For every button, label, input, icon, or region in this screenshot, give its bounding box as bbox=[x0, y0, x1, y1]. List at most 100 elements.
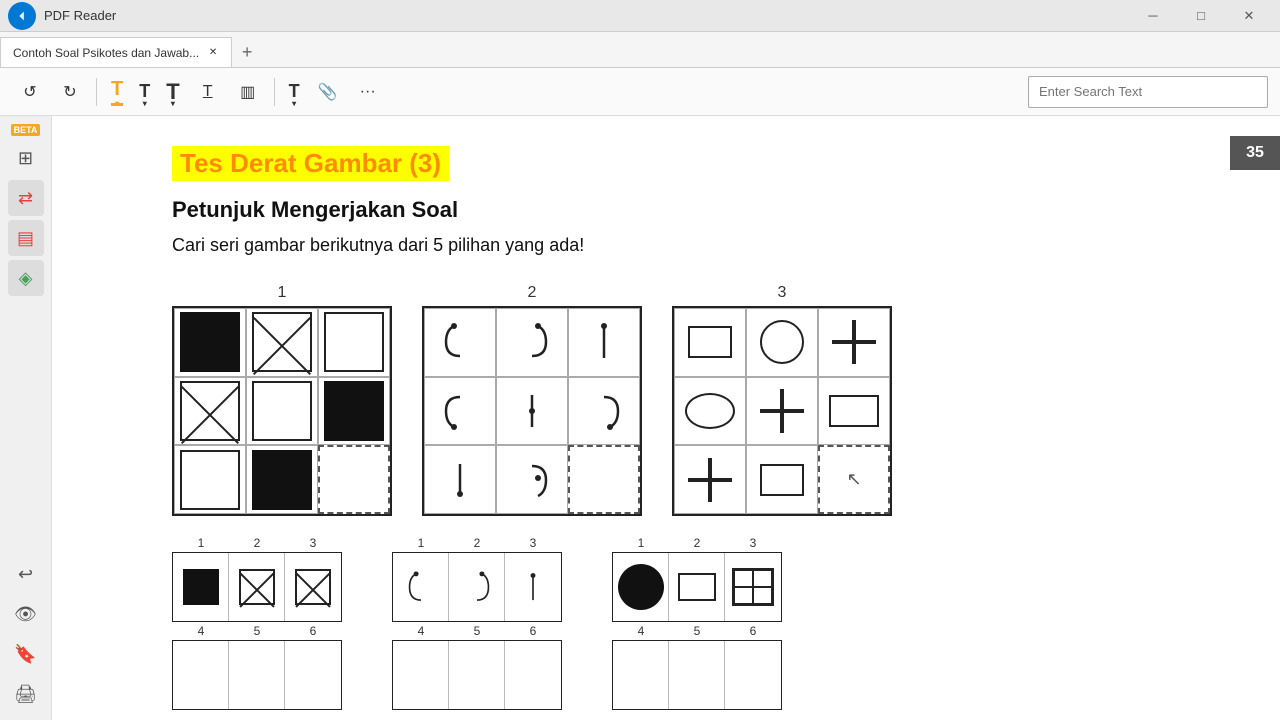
sidebar-layers-icon[interactable]: ◈ bbox=[8, 260, 44, 296]
redo-button[interactable]: ↻ bbox=[52, 74, 88, 110]
underline-button[interactable]: T bbox=[190, 74, 226, 110]
ba-item-1-3 bbox=[285, 553, 341, 621]
close-button[interactable]: ✕ bbox=[1226, 2, 1272, 30]
sidebar-print-icon[interactable]: 🖨 bbox=[8, 676, 44, 712]
highlight-text-button[interactable]: T ▾ bbox=[105, 74, 129, 110]
x-shape bbox=[252, 312, 312, 372]
curve-bottomright bbox=[582, 389, 626, 433]
grid-cell-3-2 bbox=[246, 445, 318, 514]
ans3-num-4: 4 bbox=[613, 624, 669, 638]
sidebar-arrows-icon[interactable]: ⇄ bbox=[8, 180, 44, 216]
grid-cell-1-2 bbox=[246, 308, 318, 377]
text-button-1[interactable]: T ▾ bbox=[133, 74, 156, 110]
grid-3: 3 bbox=[672, 284, 892, 516]
sidebar-stack-icon[interactable]: ▤ bbox=[8, 220, 44, 256]
grid-cell-3-3-dashed bbox=[318, 445, 390, 514]
grid-cell-2-1 bbox=[174, 377, 246, 446]
grid-2-box bbox=[422, 306, 642, 516]
pdf-title: Tes Derat Gambar (3) bbox=[172, 146, 449, 181]
grid-3-cell-1-1 bbox=[674, 308, 746, 377]
ans-curve-2 bbox=[459, 569, 495, 605]
grid-2-cell-3-2 bbox=[496, 445, 568, 514]
ans3-num-2: 2 bbox=[669, 536, 725, 550]
dropdown-arrow: ▾ bbox=[115, 99, 119, 108]
ans-num-4: 4 bbox=[173, 624, 229, 638]
plus-shape-3 bbox=[688, 458, 732, 502]
pdf-instruction: Cari seri gambar berikutnya dari 5 pilih… bbox=[172, 235, 1220, 256]
search-input[interactable] bbox=[1028, 76, 1268, 108]
ba-item-3-2 bbox=[669, 553, 725, 621]
minimize-button[interactable]: ─ bbox=[1130, 2, 1176, 30]
grid-2-cell-2-3 bbox=[568, 377, 640, 446]
ba-item-3-1 bbox=[613, 553, 669, 621]
answer-items-1b bbox=[172, 640, 342, 710]
undo-button[interactable]: ↺ bbox=[12, 74, 48, 110]
grid4-cell-3 bbox=[734, 587, 753, 604]
ba-item-1-2 bbox=[229, 553, 285, 621]
grid-1: 1 bbox=[172, 284, 392, 516]
grid-cell-3-1 bbox=[174, 445, 246, 514]
more-icon: ··· bbox=[360, 83, 376, 101]
curve-bottomleft bbox=[438, 389, 482, 433]
sidebar-grid-icon[interactable]: ⊞ bbox=[8, 140, 44, 176]
grid-3-cell-3-2 bbox=[746, 445, 818, 514]
sidebar-send-icon[interactable]: ↩ bbox=[8, 556, 44, 592]
tab-close-button[interactable]: ✕ bbox=[205, 45, 221, 61]
sidebar-eye-icon[interactable]: 👁 bbox=[8, 596, 44, 632]
ba-item-2-3 bbox=[505, 553, 561, 621]
answer-items-2 bbox=[392, 552, 562, 622]
ba-item-2-2 bbox=[449, 553, 505, 621]
grid-2-cell-1-1 bbox=[424, 308, 496, 377]
grid-2: 2 bbox=[422, 284, 642, 516]
toolbar: ↺ ↻ T ▾ T ▾ T ▾ T ▥ T ▾ 📎 ··· bbox=[0, 68, 1280, 116]
grid-2-cell-2-2 bbox=[496, 377, 568, 446]
ans2-num-6: 6 bbox=[505, 624, 561, 638]
ans3-num-6: 6 bbox=[725, 624, 781, 638]
dropdown-arrow-3: ▾ bbox=[171, 99, 175, 108]
ba-item-1b-2 bbox=[229, 641, 285, 709]
attach-button[interactable]: 📎 bbox=[310, 74, 346, 110]
main-area: BETA ⊞ ⇄ ▤ ◈ ↩ 👁 🔖 🖨 3 5 Tes Derat Gambar… bbox=[0, 116, 1280, 720]
new-tab-button[interactable]: + bbox=[232, 37, 262, 67]
answer-group-3: 1 2 3 bbox=[612, 536, 782, 710]
line-up-dot bbox=[438, 458, 482, 502]
tab-pdf[interactable]: Contoh Soal Psikotes dan Jawab... ✕ bbox=[0, 37, 232, 67]
plus-shape bbox=[832, 320, 876, 364]
ba-item-3b-1 bbox=[613, 641, 669, 709]
ans3-num-5: 5 bbox=[669, 624, 725, 638]
ans3-num-1: 1 bbox=[613, 536, 669, 550]
back-button[interactable] bbox=[8, 2, 36, 30]
line-down bbox=[582, 320, 626, 364]
answer-items-2b bbox=[392, 640, 562, 710]
pdf-area[interactable]: 35 Tes Derat Gambar (3) Petunjuk Mengerj… bbox=[52, 116, 1280, 720]
ans-grid-4 bbox=[732, 568, 774, 606]
ans-num-1: 1 bbox=[173, 536, 229, 550]
text-button-2[interactable]: T ▾ bbox=[160, 74, 185, 110]
divider-1 bbox=[96, 78, 97, 106]
sidebar-bookmark-icon[interactable]: 🔖 bbox=[8, 636, 44, 672]
grid-3-cell-2-1 bbox=[674, 377, 746, 446]
x-shape-2 bbox=[180, 381, 240, 441]
ans-rect bbox=[678, 573, 716, 601]
grid-3-cell-2-3 bbox=[818, 377, 890, 446]
beta-badge: BETA bbox=[11, 124, 41, 136]
answer-nums-1b: 4 5 6 bbox=[173, 624, 341, 638]
circle-shape bbox=[760, 320, 804, 364]
stamp-button[interactable]: ▥ bbox=[230, 74, 266, 110]
grid-cell-1-1 bbox=[174, 308, 246, 377]
answer-nums-3: 1 2 3 bbox=[613, 536, 781, 550]
edit-text-button[interactable]: T ▾ bbox=[283, 74, 306, 110]
grid-2-cell-2-1 bbox=[424, 377, 496, 446]
more-button[interactable]: ··· bbox=[350, 74, 386, 110]
black-square-3 bbox=[252, 450, 312, 510]
ba-item-2b-3 bbox=[505, 641, 561, 709]
curve-topright bbox=[510, 320, 554, 364]
black-square-2 bbox=[324, 381, 384, 441]
ba-item-1-1 bbox=[173, 553, 229, 621]
grid-3-number: 3 bbox=[778, 284, 787, 302]
ans2-num-1: 1 bbox=[393, 536, 449, 550]
window-controls: ─ □ ✕ bbox=[1130, 2, 1272, 30]
answer-group-2: 1 2 3 bbox=[392, 536, 562, 710]
grid-2-cell-1-2 bbox=[496, 308, 568, 377]
maximize-button[interactable]: □ bbox=[1178, 2, 1224, 30]
